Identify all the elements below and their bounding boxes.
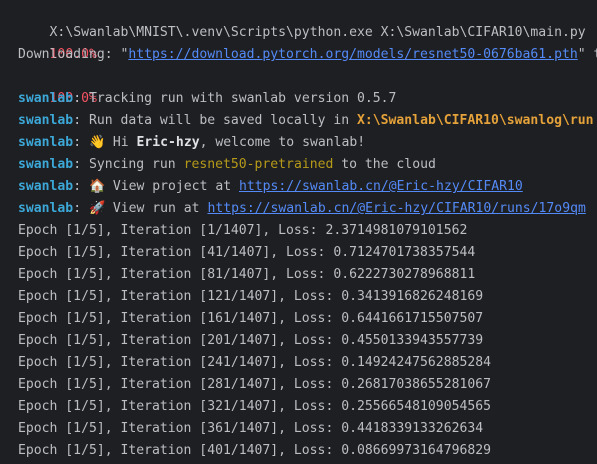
separator: : xyxy=(73,91,89,106)
epoch-log-line: Epoch [1/5], Iteration [121/1407], Loss:… xyxy=(18,286,483,308)
swanlab-saved-line: swanlab: Run data will be saved locally … xyxy=(18,110,594,132)
epoch-log-line: Epoch [1/5], Iteration [281/1407], Loss:… xyxy=(18,374,491,396)
command-text: X:\Swanlab\MNIST\.venv\Scripts\python.ex… xyxy=(49,25,586,40)
epoch-log-text: Epoch [1/5], Iteration [121/1407], Loss:… xyxy=(18,289,484,304)
project-link[interactable]: https://swanlab.cn/@Eric-hzy/CIFAR10 xyxy=(239,179,523,194)
separator: : xyxy=(73,135,89,150)
epoch-log-text: Epoch [1/5], Iteration [281/1407], Loss:… xyxy=(18,377,491,392)
user-name: Eric-hzy xyxy=(136,135,200,150)
epoch-log-text: Epoch [1/5], Iteration [201/1407], Loss:… xyxy=(18,333,484,348)
epoch-log-line: Epoch [1/5], Iteration [81/1407], Loss: … xyxy=(18,264,475,286)
swanlab-prefix: swanlab xyxy=(18,113,74,128)
swanlab-prefix: swanlab xyxy=(18,201,74,216)
swanlab-prefix: swanlab xyxy=(18,91,74,106)
epoch-log-text: Epoch [1/5], Iteration [401/1407], Loss:… xyxy=(18,443,491,458)
epoch-log-line: Epoch [1/5], Iteration [1/1407], Loss: 2… xyxy=(18,220,467,242)
home-icon: 🏠 xyxy=(88,179,106,194)
terminal-output[interactable]: X:\Swanlab\MNIST\.venv\Scripts\python.ex… xyxy=(0,0,597,464)
sync-suffix: to the cloud xyxy=(333,157,436,172)
epoch-log-text: Epoch [1/5], Iteration [1/1407], Loss: 2… xyxy=(18,223,468,238)
waving-hand-icon: 👋 xyxy=(88,135,106,150)
tracking-text: Tracking run with swanlab version 0.5.7 xyxy=(88,91,397,106)
rocket-icon: 🚀 xyxy=(88,201,106,216)
run-prefix: View run at xyxy=(104,201,208,216)
downloading-suffix: " to C:\Users xyxy=(577,47,597,62)
epoch-log-line: Epoch [1/5], Iteration [321/1407], Loss:… xyxy=(18,396,491,418)
command-line: X:\Swanlab\MNIST\.venv\Scripts\python.ex… xyxy=(18,0,586,40)
epoch-log-line: Epoch [1/5], Iteration [41/1407], Loss: … xyxy=(18,242,475,264)
epoch-log-line: Epoch [1/5], Iteration [201/1407], Loss:… xyxy=(18,330,483,352)
swanlab-sync-line: swanlab: Syncing run resnet50-pretrained… xyxy=(18,154,436,176)
swanlab-prefix: swanlab xyxy=(18,179,74,194)
project-prefix: View project at xyxy=(104,179,239,194)
separator: : xyxy=(73,157,89,172)
epoch-log-line: Epoch [1/5], Iteration [361/1407], Loss:… xyxy=(18,418,483,440)
hi-suffix: , welcome to swanlab! xyxy=(199,135,366,150)
saved-path: X:\Swanlab\CIFAR10\swanlog\run xyxy=(357,113,594,128)
progress-line: 100.0% xyxy=(18,66,97,106)
download-link[interactable]: https://download.pytorch.org/models/resn… xyxy=(128,47,577,62)
run-link[interactable]: https://swanlab.cn/@Eric-hzy/CIFAR10/run… xyxy=(207,201,585,216)
epoch-log-line: Epoch [1/5], Iteration [241/1407], Loss:… xyxy=(18,352,491,374)
epoch-log-line: Epoch [1/5], Iteration [161/1407], Loss:… xyxy=(18,308,483,330)
sync-prefix: Syncing run xyxy=(88,157,184,172)
epoch-log-text: Epoch [1/5], Iteration [321/1407], Loss:… xyxy=(18,399,491,414)
epoch-log-text: Epoch [1/5], Iteration [361/1407], Loss:… xyxy=(18,421,484,436)
separator: : xyxy=(73,201,89,216)
epoch-log-text: Epoch [1/5], Iteration [81/1407], Loss: … xyxy=(18,267,476,282)
swanlab-prefix: swanlab xyxy=(18,157,74,172)
swanlab-run-line: swanlab: 🚀 View run at https://swanlab.c… xyxy=(18,198,586,220)
separator: : xyxy=(73,113,89,128)
saved-text: Run data will be saved locally in xyxy=(88,113,357,128)
downloading-line: Downloading: "https://download.pytorch.o… xyxy=(18,44,597,66)
epoch-log-line: Epoch [1/5], Iteration [401/1407], Loss:… xyxy=(18,440,491,462)
epoch-log-text: Epoch [1/5], Iteration [161/1407], Loss:… xyxy=(18,311,484,326)
swanlab-project-line: swanlab: 🏠 View project at https://swanl… xyxy=(18,176,523,198)
swanlab-welcome-line: swanlab: 👋 Hi Eric-hzy, welcome to swanl… xyxy=(18,132,365,154)
epoch-log-text: Epoch [1/5], Iteration [41/1407], Loss: … xyxy=(18,245,476,260)
swanlab-prefix: swanlab xyxy=(18,135,74,150)
separator: : xyxy=(73,179,89,194)
progress-line: 100.0% xyxy=(18,22,97,62)
run-name: resnet50-pretrained xyxy=(183,157,334,172)
swanlab-tracking-line: swanlab: Tracking run with swanlab versi… xyxy=(18,88,396,110)
epoch-log-text: Epoch [1/5], Iteration [241/1407], Loss:… xyxy=(18,355,491,370)
hi-prefix: Hi xyxy=(104,135,137,150)
downloading-prefix: Downloading: " xyxy=(18,47,129,62)
